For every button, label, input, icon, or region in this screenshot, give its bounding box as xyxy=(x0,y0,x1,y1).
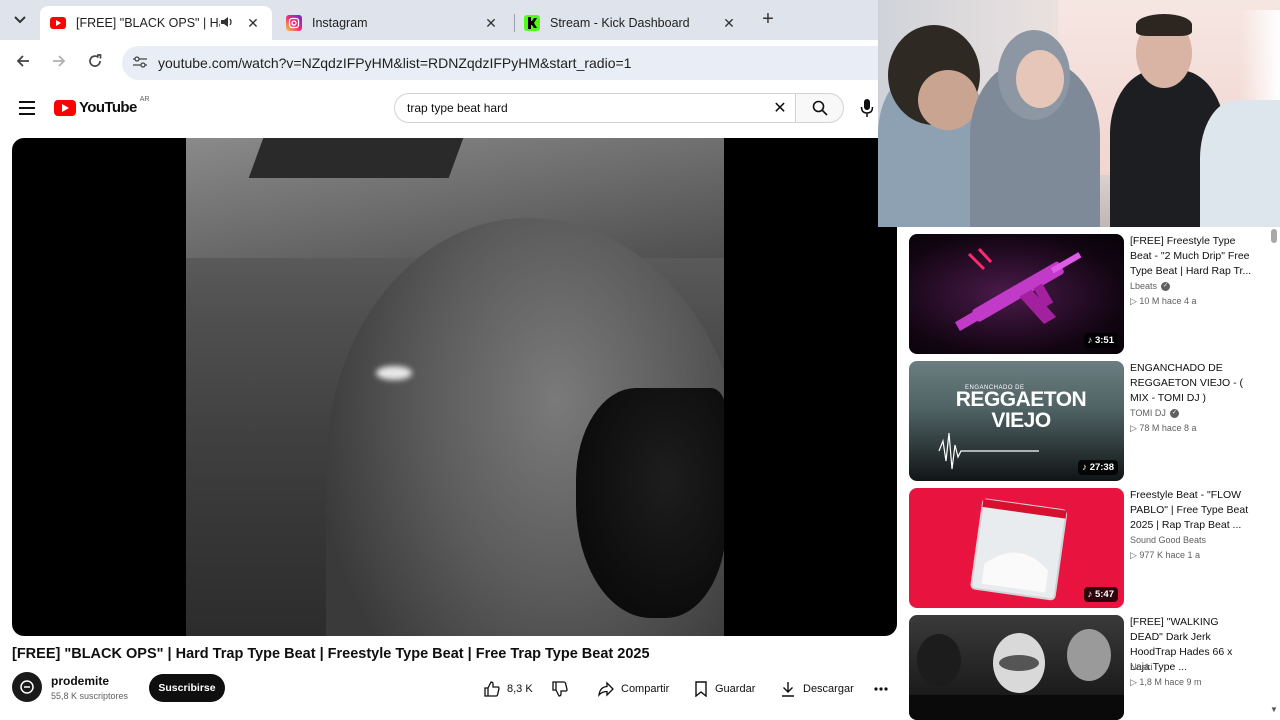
recommendation-item[interactable]: ENGANCHADO DE REGGAETON VIEJO ♪ 27:38 EN… xyxy=(909,361,1279,481)
like-button[interactable]: 8,3 K xyxy=(484,675,533,703)
video-title: [FREE] "BLACK OPS" | Hard Trap Type Beat… xyxy=(12,646,650,662)
thumbs-down-icon xyxy=(552,681,568,697)
tab-title: Instagram xyxy=(312,16,368,30)
duration-badge: ♪ 3:51 xyxy=(1083,333,1118,348)
tab-instagram[interactable]: Instagram ✕ xyxy=(276,6,510,40)
recommendation-channel[interactable]: Sound Good Beats xyxy=(1130,535,1206,545)
recommendation-channel[interactable]: TOMI DJ ✓ xyxy=(1130,408,1179,418)
scroll-down-arrow-icon[interactable]: ▼ xyxy=(1270,705,1278,714)
recommendation-title[interactable]: Freestyle Beat - "FLOW PABLO" | Free Typ… xyxy=(1130,488,1254,533)
tab-kick-dashboard[interactable]: Stream - Kick Dashboard ✕ xyxy=(514,6,748,40)
tab-youtube[interactable]: [FREE] "BLACK OPS" | Hard Trap Type Beat… xyxy=(40,6,272,40)
verified-check-icon: ✓ xyxy=(1169,408,1179,418)
scrollbar-thumb[interactable] xyxy=(1271,229,1277,243)
youtube-logo[interactable]: YouTube AR xyxy=(54,96,150,116)
close-tab-icon[interactable]: ✕ xyxy=(482,15,500,32)
download-button[interactable]: Descargar xyxy=(780,675,854,703)
search-icon xyxy=(812,100,828,116)
download-icon xyxy=(782,682,794,697)
masked-figures-graphic xyxy=(909,629,1124,720)
more-actions-button[interactable] xyxy=(874,675,895,703)
logo-text: YouTube xyxy=(79,99,137,116)
webcam-overlay xyxy=(878,0,1280,227)
search-input[interactable]: trap type beat hard ✕ xyxy=(394,93,796,123)
youtube-play-logo-icon xyxy=(54,99,76,116)
youtube-header: YouTube AR trap type beat hard ✕ xyxy=(0,86,900,130)
search-query: trap type beat hard xyxy=(407,101,508,115)
recommendation-channel[interactable]: Lbeats ✓ xyxy=(1130,281,1171,291)
recommendation-stats: ▷ 10 M hace 4 a xyxy=(1130,296,1197,306)
share-arrow-icon xyxy=(598,681,614,697)
recommendation-item[interactable]: ♪ 5:47 Freestyle Beat - "FLOW PABLO" | F… xyxy=(909,488,1279,608)
recommendation-stats: ▷ 977 K hace 1 a xyxy=(1130,550,1200,560)
forward-arrow-icon[interactable] xyxy=(48,52,70,74)
new-tab-plus-icon[interactable]: + xyxy=(757,8,779,32)
video-frame xyxy=(186,138,724,636)
save-label: Guardar xyxy=(715,683,756,695)
subscriber-count: 55,8 K suscriptores xyxy=(51,691,129,701)
verified-check-icon: ✓ xyxy=(1161,281,1171,291)
search-button[interactable] xyxy=(796,93,844,123)
url-text: youtube.com/watch?v=NZqdzIFPyHM&list=RDN… xyxy=(158,55,632,71)
instagram-favicon-icon xyxy=(286,15,302,31)
play-count-icon: ▷ xyxy=(1130,296,1140,306)
close-tab-icon[interactable]: ✕ xyxy=(244,15,262,32)
recommendation-title[interactable]: ENGANCHADO DE REGGAETON VIEJO - ( MIX - … xyxy=(1130,361,1254,406)
play-count-icon: ▷ xyxy=(1130,423,1140,433)
reload-icon[interactable] xyxy=(84,52,106,74)
share-label: Compartir xyxy=(621,683,670,695)
duration-badge: ♪ 5:47 xyxy=(1083,587,1118,602)
country-code: AR xyxy=(139,96,150,103)
video-thumbnail[interactable] xyxy=(909,615,1124,720)
speaker-icon[interactable] xyxy=(220,16,234,31)
play-count-icon: ▷ xyxy=(1130,550,1140,560)
dislike-button[interactable] xyxy=(552,675,575,703)
music-note-icon: ♪ xyxy=(1087,335,1095,346)
share-button[interactable]: Compartir xyxy=(598,675,669,703)
tab-title: [FREE] "BLACK OPS" | Hard Trap Type Beat xyxy=(76,16,220,30)
like-count: 8,3 K xyxy=(507,683,533,695)
video-thumbnail[interactable]: ENGANCHADO DE REGGAETON VIEJO ♪ 27:38 xyxy=(909,361,1124,481)
back-arrow-icon[interactable] xyxy=(12,52,34,74)
microphone-icon[interactable] xyxy=(860,98,880,118)
channel-avatar[interactable] xyxy=(12,672,42,702)
site-settings-icon[interactable] xyxy=(122,55,158,71)
page-scrollbar[interactable]: ▼ xyxy=(1268,227,1280,720)
recommendation-item[interactable]: ♪ 3:51 [FREE] Freestyle Type Beat - "2 M… xyxy=(909,234,1279,354)
youtube-favicon-icon xyxy=(50,15,66,31)
play-count-icon: ▷ xyxy=(1130,677,1140,687)
address-bar[interactable]: youtube.com/watch?v=NZqdzIFPyHM&list=RDN… xyxy=(122,46,902,80)
download-label: Descargar xyxy=(803,683,854,695)
music-note-icon: ♪ xyxy=(1082,462,1090,473)
recommendation-stats: ▷ 1,8 M hace 9 m xyxy=(1130,677,1202,687)
music-note-icon: ♪ xyxy=(1087,589,1095,600)
recommendation-title[interactable]: [FREE] Freestyle Type Beat - "2 Much Dri… xyxy=(1130,234,1254,279)
video-player[interactable] xyxy=(12,138,897,636)
video-thumbnail[interactable]: ♪ 3:51 xyxy=(909,234,1124,354)
clear-search-icon[interactable]: ✕ xyxy=(765,98,795,118)
more-dots-icon xyxy=(874,687,888,691)
tab-title: Stream - Kick Dashboard xyxy=(550,16,690,30)
channel-name[interactable]: prodemite xyxy=(51,674,109,688)
video-thumbnail[interactable]: ♪ 5:47 xyxy=(909,488,1124,608)
menu-hamburger-icon[interactable] xyxy=(19,101,35,119)
subscribe-button[interactable]: Suscribirse xyxy=(149,674,225,702)
thumbs-up-icon xyxy=(484,681,500,697)
save-button[interactable]: Guardar xyxy=(694,675,755,703)
recommendation-stats: ▷ 78 M hace 8 a xyxy=(1130,423,1197,433)
tab-search-chevron-icon[interactable] xyxy=(8,8,32,32)
kick-favicon-icon xyxy=(524,15,540,31)
close-tab-icon[interactable]: ✕ xyxy=(720,15,738,32)
recommendation-item[interactable]: [FREE] "WALKING DEAD" Dark Jerk HoodTrap… xyxy=(909,615,1279,720)
bookmark-icon xyxy=(695,681,707,697)
duration-badge: ♪ 27:38 xyxy=(1078,460,1118,475)
recommendation-channel[interactable]: Nuski xyxy=(1130,662,1153,672)
